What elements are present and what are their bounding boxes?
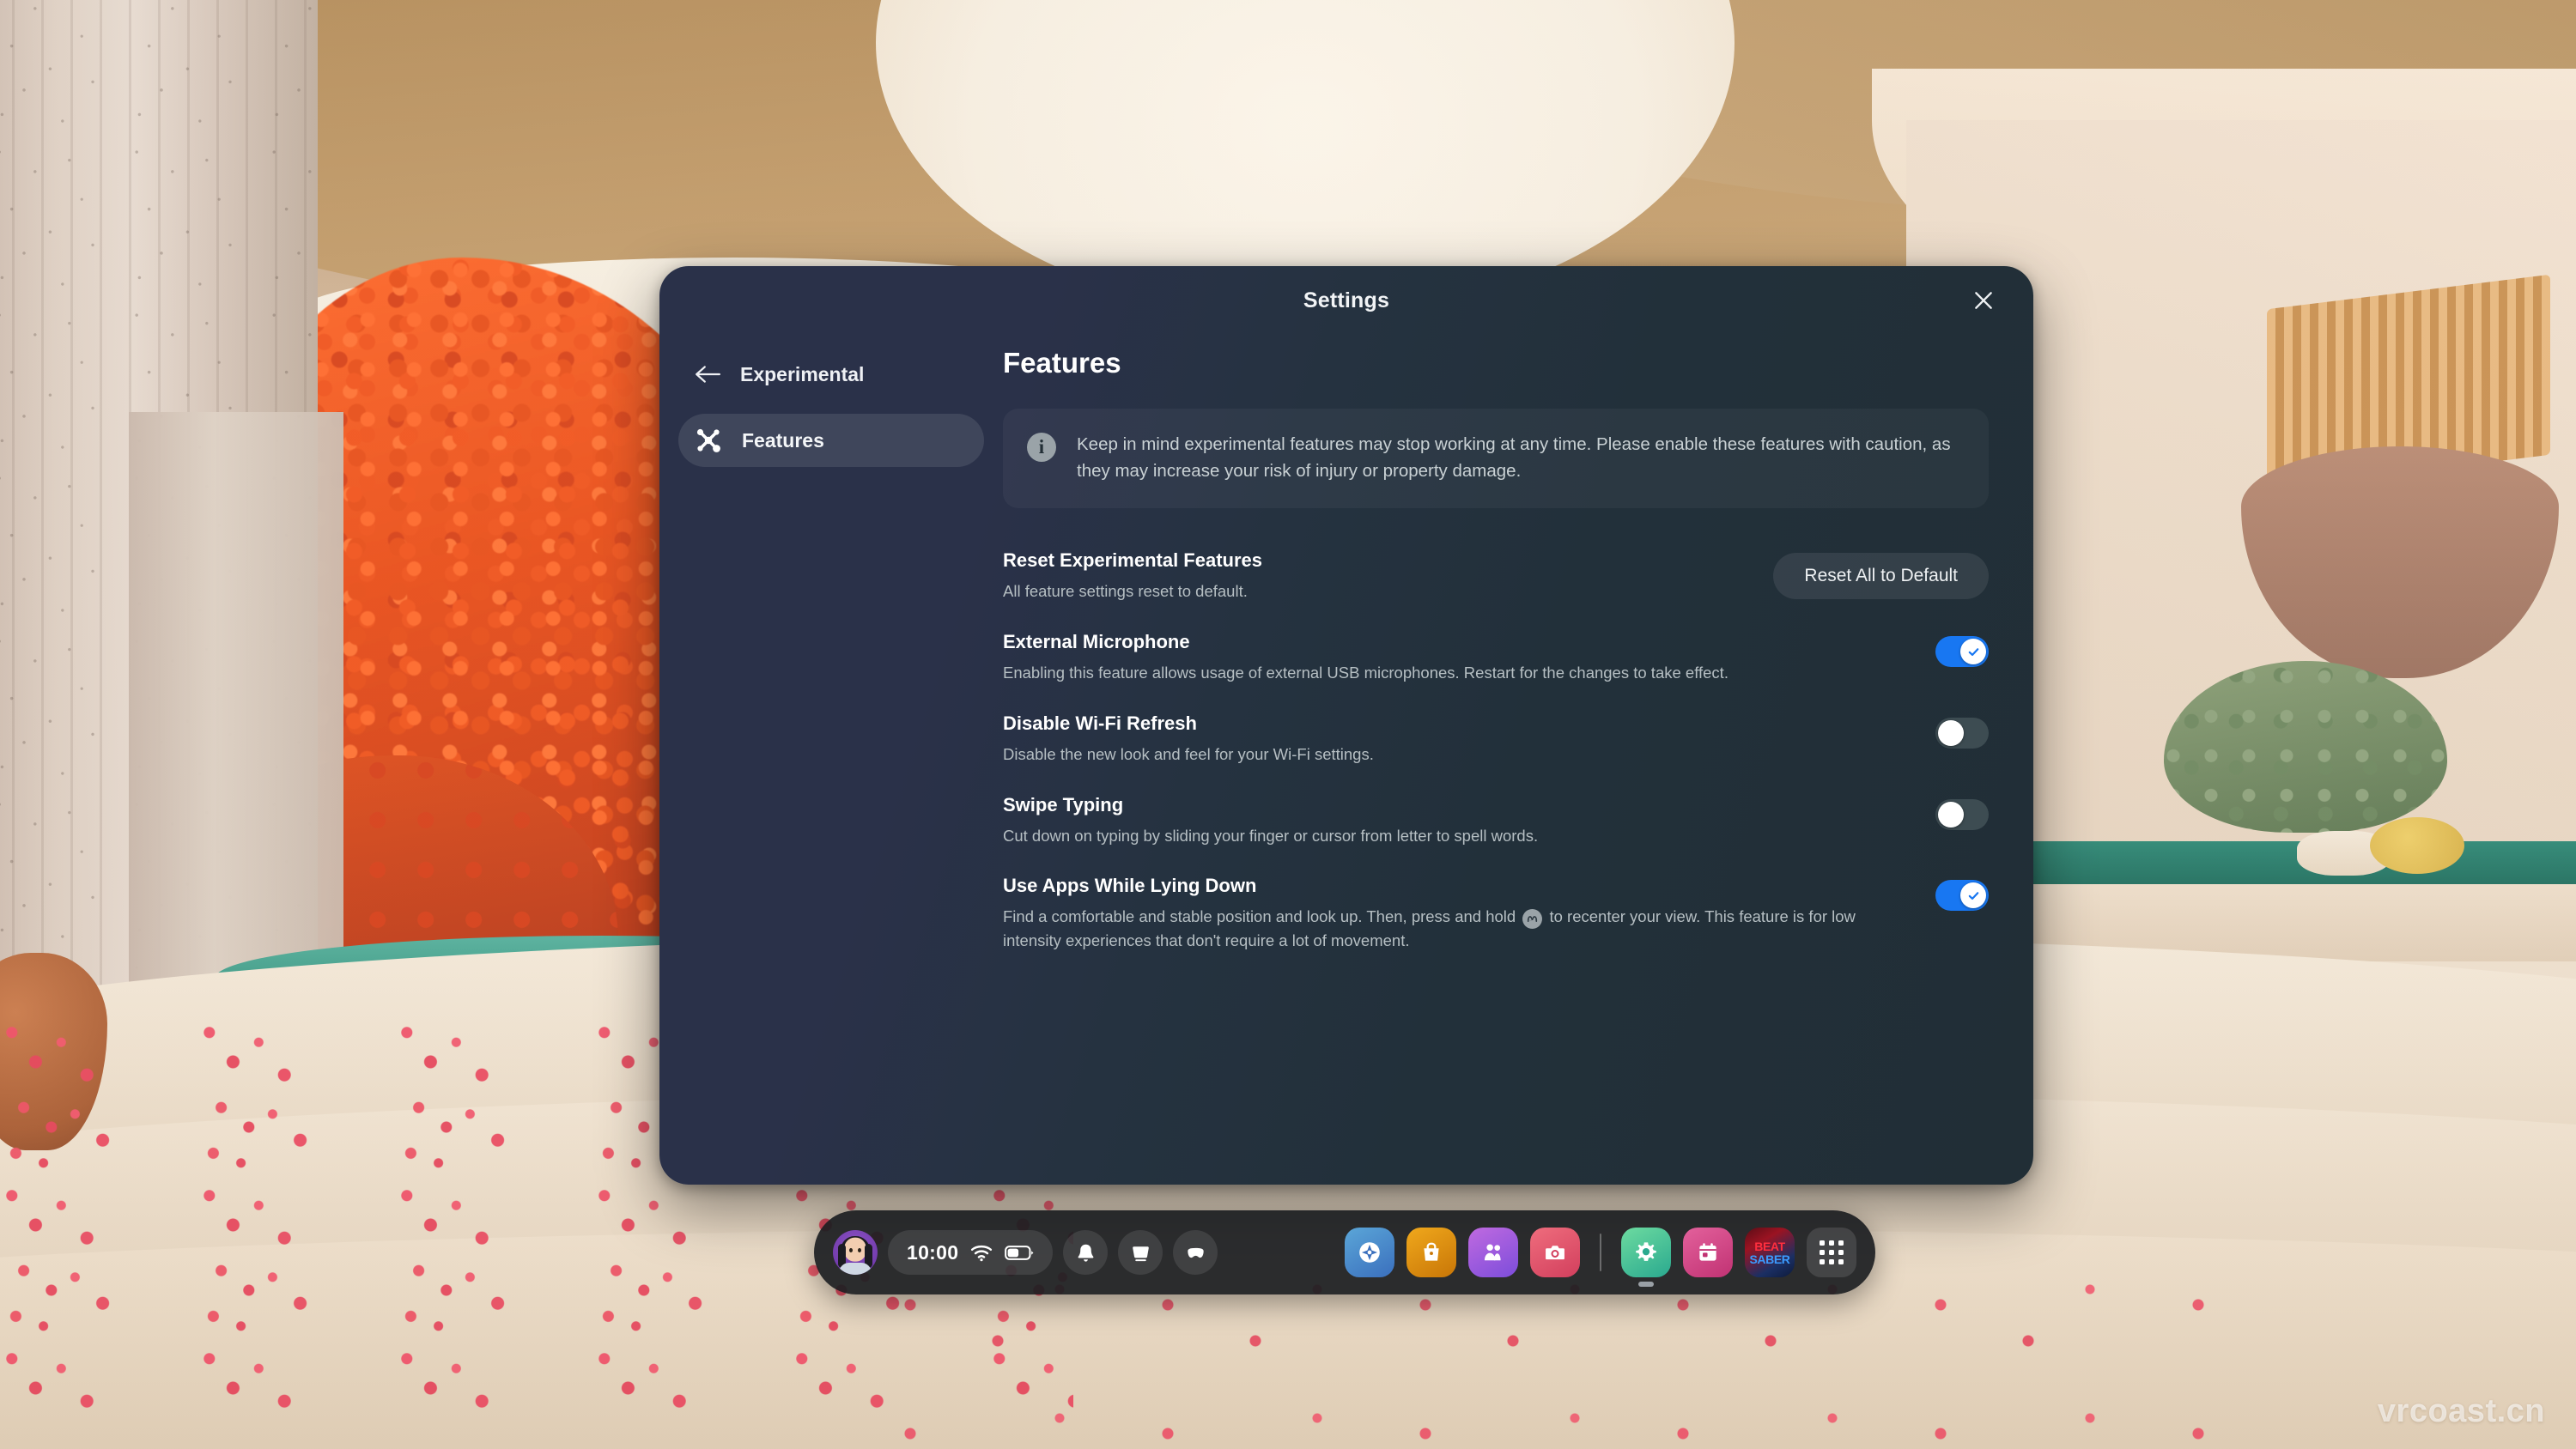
setting-description: Find a comfortable and stable position a… (1003, 905, 1901, 953)
panel-body: Experimental Features Features i Keep in… (659, 335, 2033, 1185)
check-icon (1968, 647, 1978, 656)
headset-button[interactable] (1173, 1230, 1218, 1275)
settings-panel: Settings Experimental Features Features … (659, 266, 2033, 1185)
app-library-button[interactable] (1807, 1228, 1856, 1277)
toggle-knob (1938, 719, 1964, 746)
battery-icon (1005, 1245, 1034, 1260)
grid-icon (1820, 1240, 1844, 1264)
setting-row-reset: Reset Experimental Features All feature … (1003, 537, 1989, 619)
setting-row-disable-wifi-refresh: Disable Wi-Fi Refresh Disable the new lo… (1003, 700, 1989, 782)
headset-icon (1188, 1247, 1204, 1258)
setting-title: Reset Experimental Features (1003, 549, 1263, 572)
taskbar-divider (1600, 1234, 1601, 1271)
panel-title: Settings (1303, 288, 1390, 312)
setting-description: Enabling this feature allows usage of ex… (1003, 664, 1728, 682)
status-pill[interactable]: 10:00 (888, 1230, 1054, 1275)
toggle-swipe-typing[interactable] (1935, 798, 1989, 830)
info-banner-text: Keep in mind experimental features may s… (1077, 434, 1951, 482)
toggle-external-microphone[interactable] (1935, 636, 1989, 668)
arrow-left-icon (696, 366, 720, 383)
reset-all-to-default-button[interactable]: Reset All to Default (1773, 553, 1989, 600)
gear-icon (1636, 1242, 1656, 1261)
app-people[interactable] (1468, 1228, 1518, 1277)
wifi-icon (971, 1245, 993, 1262)
setting-text-group: External Microphone Enabling this featur… (1003, 631, 1901, 685)
camera-icon (1546, 1246, 1564, 1260)
check-icon (1968, 892, 1978, 900)
monitor-icon (1133, 1246, 1149, 1261)
app-explore[interactable] (1345, 1228, 1394, 1277)
beat-saber-label-top: BEAT (1754, 1239, 1785, 1253)
avatar[interactable] (833, 1230, 878, 1275)
close-button[interactable] (1959, 276, 2008, 324)
taskbar: 10:00 BEAT SABER (814, 1210, 1875, 1294)
setting-text-group: Swipe Typing Cut down on typing by slidi… (1003, 794, 1901, 848)
toggle-knob (1938, 801, 1964, 828)
toggle-use-apps-while-lying-down[interactable] (1935, 880, 1989, 912)
info-icon: i (1027, 433, 1056, 462)
setting-row-external-microphone: External Microphone Enabling this featur… (1003, 619, 1989, 700)
calendar-icon (1699, 1243, 1716, 1261)
setting-description: Disable the new look and feel for your W… (1003, 744, 1374, 763)
sidebar-item-label: Features (742, 428, 824, 452)
watermark: vrcoast.cn (2377, 1393, 2545, 1429)
toggle-knob (1960, 882, 1986, 909)
app-camera[interactable] (1530, 1228, 1580, 1277)
setting-description-part-1: Find a comfortable and stable position a… (1003, 907, 1516, 926)
sidebar-item-features[interactable]: Features (678, 414, 984, 467)
people-icon (1484, 1244, 1501, 1261)
toggle-knob (1960, 639, 1986, 665)
taskbar-left-group: 10:00 (833, 1230, 1218, 1275)
setting-title: Use Apps While Lying Down (1003, 875, 1257, 897)
panel-header: Settings (659, 266, 2033, 335)
meta-button-icon (1522, 909, 1543, 930)
app-settings[interactable] (1621, 1228, 1671, 1287)
experiment-molecule-icon (694, 426, 723, 455)
back-label: Experimental (740, 362, 865, 385)
setting-row-use-apps-while-lying-down: Use Apps While Lying Down Find a comfort… (1003, 863, 1989, 968)
settings-sidebar: Experimental Features (659, 335, 1003, 1185)
bell-icon (1078, 1244, 1094, 1262)
app-running-indicator (1638, 1282, 1654, 1287)
app-calendar[interactable] (1683, 1228, 1733, 1277)
setting-text-group: Use Apps While Lying Down Find a comfort… (1003, 875, 1901, 953)
setting-row-swipe-typing: Swipe Typing Cut down on typing by slidi… (1003, 782, 1989, 864)
setting-title: Swipe Typing (1003, 793, 1124, 815)
setting-description: Cut down on typing by sliding your finge… (1003, 826, 1539, 845)
setting-text-group: Disable Wi-Fi Refresh Disable the new lo… (1003, 712, 1901, 767)
beat-saber-label-bottom: SABER (1749, 1252, 1790, 1266)
toggle-disable-wifi-refresh[interactable] (1935, 717, 1989, 749)
setting-title: Disable Wi-Fi Refresh (1003, 712, 1197, 734)
setting-title: External Microphone (1003, 631, 1190, 653)
close-icon (1975, 292, 1992, 309)
page-title: Features (1003, 347, 1121, 379)
app-beat-saber[interactable]: BEAT SABER (1745, 1228, 1795, 1277)
notifications-button[interactable] (1063, 1230, 1109, 1275)
back-to-experimental[interactable]: Experimental (678, 350, 984, 398)
info-banner: i Keep in mind experimental features may… (1003, 409, 1989, 509)
store-bag-icon (1424, 1242, 1439, 1261)
app-store[interactable] (1406, 1228, 1456, 1277)
setting-text-group: Reset Experimental Features All feature … (1003, 549, 1739, 603)
settings-content: Features i Keep in mind experimental fea… (1003, 335, 2033, 1185)
explore-icon (1359, 1242, 1380, 1263)
taskbar-apps-group: BEAT SABER (1345, 1228, 1856, 1287)
setting-description: All feature settings reset to default. (1003, 582, 1248, 601)
clock-label: 10:00 (907, 1240, 959, 1264)
desktop-button[interactable] (1118, 1230, 1163, 1275)
